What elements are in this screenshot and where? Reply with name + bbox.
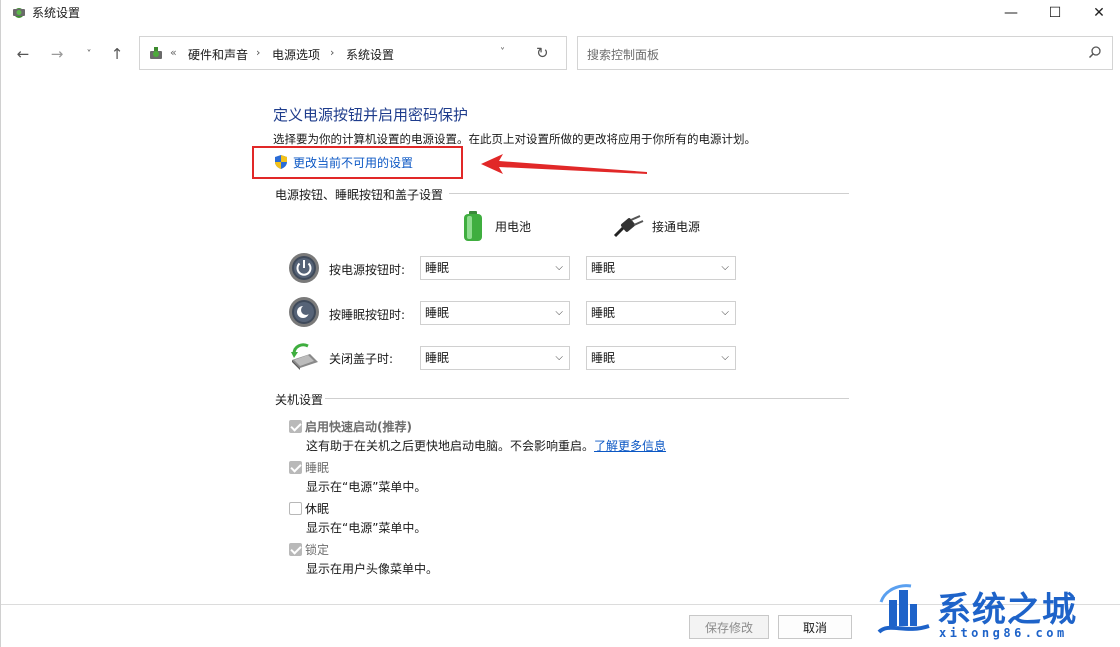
maximize-button[interactable]: ☐ <box>1033 0 1077 26</box>
sleep-label: 睡眠 <box>305 461 330 475</box>
up-button[interactable]: ↑ <box>105 42 129 66</box>
power-button-icon <box>289 253 319 283</box>
power-button-plugged-select[interactable]: 睡眠 ⌵ <box>586 256 736 280</box>
fast-startup-desc-text: 这有助于在关机之后更快地启动电脑。不会影响重启。 <box>306 439 595 453</box>
select-value: 睡眠 <box>425 306 450 320</box>
breadcrumb-separator[interactable]: › <box>330 46 334 59</box>
sleep-checkbox[interactable] <box>289 461 302 474</box>
watermark: 系统之城 xitong86.com <box>871 578 1111 642</box>
column-battery-label: 用电池 <box>495 219 532 234</box>
close-button[interactable]: ✕ <box>1077 0 1120 26</box>
sleep-button-plugged-select[interactable]: 睡眠 ⌵ <box>586 301 736 325</box>
control-panel-icon <box>150 47 162 59</box>
fast-startup-label: 启用快速启动(推荐) <box>305 420 412 434</box>
sleep-button-battery-select[interactable]: 睡眠 ⌵ <box>420 301 570 325</box>
address-bar[interactable]: « 硬件和声音 › 电源选项 › 系统设置 ˅ ↻ <box>139 36 567 70</box>
page-title: 定义电源按钮并启用密码保护 <box>273 106 469 124</box>
section-divider <box>325 398 849 399</box>
lid-close-battery-select[interactable]: 睡眠 ⌵ <box>420 346 570 370</box>
breadcrumb-overflow[interactable]: « <box>170 46 177 59</box>
watermark-url: xitong86.com <box>939 626 1068 640</box>
breadcrumb-separator[interactable]: › <box>256 46 260 59</box>
hibernate-checkbox[interactable] <box>289 502 302 515</box>
watermark-text: 系统之城 <box>937 590 1077 630</box>
select-value: 睡眠 <box>591 351 616 365</box>
navigation-bar: ← → ˅ ↑ « 硬件和声音 › 电源选项 › 系统设置 ˅ ↻ 搜索控制面板 <box>1 36 1120 72</box>
search-input[interactable]: 搜索控制面板 <box>577 36 1113 70</box>
breadcrumb-system-settings[interactable]: 系统设置 <box>346 46 394 63</box>
select-value: 睡眠 <box>425 351 450 365</box>
city-logo-icon <box>877 584 930 634</box>
search-icon <box>1088 46 1101 59</box>
highlight-box <box>252 146 463 179</box>
cancel-button[interactable]: 取消 <box>778 615 852 639</box>
back-button[interactable]: ← <box>11 42 35 66</box>
select-value: 睡眠 <box>425 261 450 275</box>
title-bar: 系统设置 — ☐ ✕ <box>1 0 1120 26</box>
column-plugged-label: 接通电源 <box>652 219 701 234</box>
search-placeholder: 搜索控制面板 <box>587 48 660 62</box>
select-value: 睡眠 <box>591 261 616 275</box>
power-options-icon <box>13 8 25 18</box>
sleep-button-icon <box>289 297 319 327</box>
column-battery: 用电池 <box>461 210 531 242</box>
lock-description: 显示在用户头像菜单中。 <box>306 562 439 576</box>
highlight-arrow-icon <box>481 154 647 174</box>
learn-more-link[interactable]: 了解更多信息 <box>594 439 666 453</box>
fast-startup-description: 这有助于在关机之后更快地启动电脑。不会影响重启。了解更多信息 <box>306 437 666 454</box>
lid-close-plugged-select[interactable]: 睡眠 ⌵ <box>586 346 736 370</box>
lock-checkbox[interactable] <box>289 543 302 556</box>
select-value: 睡眠 <box>591 306 616 320</box>
chevron-down-icon: ⌵ <box>555 352 563 363</box>
system-settings-window: 系统设置 — ☐ ✕ ← → ˅ ↑ « 硬件和声音 › 电源选项 › 系统设置… <box>0 0 1120 647</box>
forward-button[interactable]: → <box>45 42 69 66</box>
breadcrumb-hardware-sound[interactable]: 硬件和声音 <box>188 46 248 63</box>
section-divider <box>449 193 849 194</box>
lid-close-label: 关闭盖子时: <box>329 352 394 366</box>
hibernate-description: 显示在“电源”菜单中。 <box>306 521 427 535</box>
sleep-description: 显示在“电源”菜单中。 <box>306 480 427 494</box>
lock-label: 锁定 <box>305 543 330 557</box>
window-title: 系统设置 <box>32 6 81 20</box>
chevron-down-icon: ⌵ <box>555 307 563 318</box>
hibernate-label: 休眠 <box>305 502 330 516</box>
save-changes-button[interactable]: 保存修改 <box>689 615 769 639</box>
power-plug-icon <box>613 215 644 238</box>
column-plugged-in: 接通电源 <box>613 210 700 242</box>
fast-startup-checkbox[interactable] <box>289 420 302 433</box>
power-button-battery-select[interactable]: 睡眠 ⌵ <box>420 256 570 280</box>
address-dropdown-button[interactable]: ˅ <box>500 47 505 58</box>
battery-icon <box>464 211 482 241</box>
refresh-button[interactable]: ↻ <box>536 44 549 62</box>
chevron-down-icon: ⌵ <box>721 262 729 273</box>
chevron-down-icon: ⌵ <box>555 262 563 273</box>
section-title-shutdown: 关机设置 <box>275 393 324 407</box>
section-title-buttons: 电源按钮、睡眠按钮和盖子设置 <box>275 188 444 202</box>
sleep-button-label: 按睡眠按钮时: <box>329 308 406 322</box>
chevron-down-icon: ⌵ <box>721 352 729 363</box>
recent-locations-button[interactable]: ˅ <box>77 42 101 66</box>
chevron-down-icon: ⌵ <box>721 307 729 318</box>
laptop-lid-icon <box>291 343 318 370</box>
breadcrumb-power-options[interactable]: 电源选项 <box>272 46 320 63</box>
minimize-button[interactable]: — <box>989 0 1033 26</box>
power-button-label: 按电源按钮时: <box>329 263 406 277</box>
page-description: 选择要为你的计算机设置的电源设置。在此页上对设置所做的更改将应用于你所有的电源计… <box>273 132 756 146</box>
